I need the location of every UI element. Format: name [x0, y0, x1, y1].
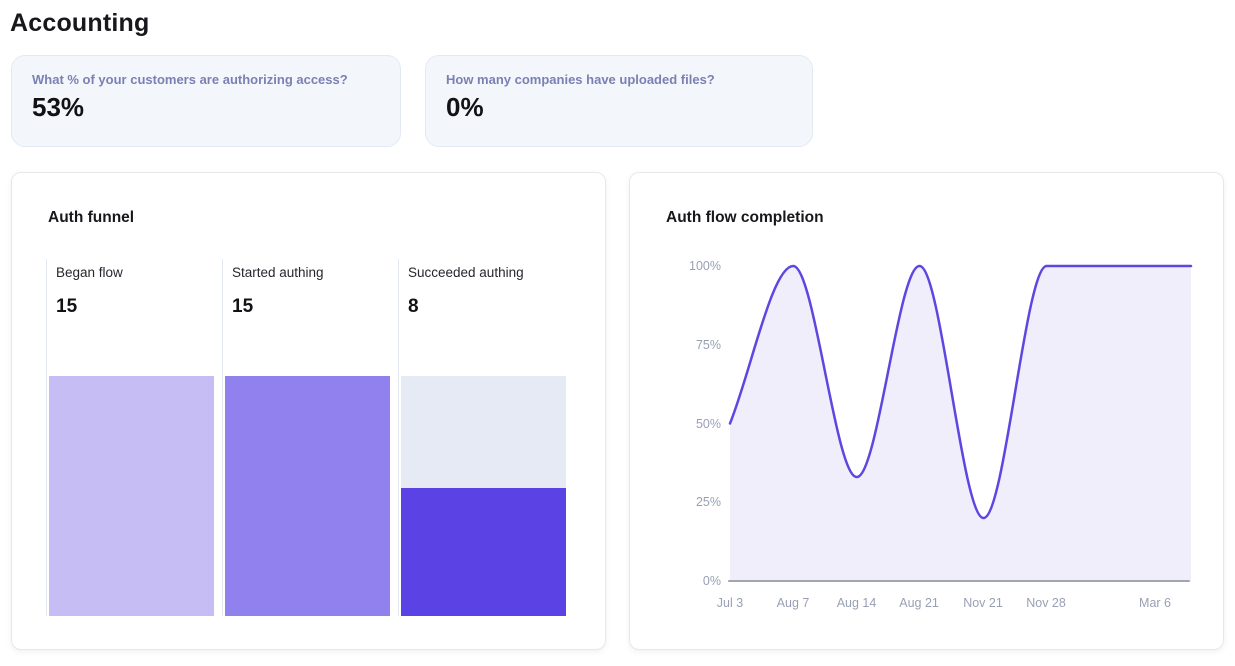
y-axis-tick-label: 100% — [630, 258, 721, 274]
completion-chart: 100% 75% 50% 25% 0% Jul 3 Aug 7 Aug 14 Aug 21 Nov… — [630, 243, 1223, 633]
x-axis-tick-label: Aug 7 — [777, 595, 810, 611]
stat-card-authorizing-access: What % of your customers are authorizing… — [11, 55, 401, 147]
x-axis-tick-label: Aug 21 — [899, 595, 939, 611]
funnel-chart: Began flow 15 Started authing 15 Succeed… — [46, 259, 574, 616]
funnel-stage-value: 15 — [223, 296, 398, 318]
stat-question: What % of your customers are authorizing… — [32, 71, 380, 88]
auth-funnel-card: Auth funnel Began flow 15 Started authin… — [11, 172, 606, 650]
stat-value: 53% — [32, 92, 380, 123]
completion-chart-title: Auth flow completion — [666, 209, 824, 227]
funnel-column-started-authing: Started authing 15 — [222, 259, 398, 616]
stat-value: 0% — [446, 92, 792, 123]
funnel-stage-label: Began flow — [47, 264, 222, 281]
funnel-stage-label: Started authing — [223, 264, 398, 281]
x-axis-tick-label: Aug 14 — [837, 595, 877, 611]
funnel-chart-title: Auth funnel — [48, 209, 134, 227]
completion-area-svg — [730, 266, 1191, 581]
x-axis-tick-label: Jul 3 — [717, 595, 743, 611]
y-axis-tick-label: 25% — [630, 494, 721, 510]
stat-question: How many companies have uploaded files? — [446, 71, 792, 88]
funnel-bar-track — [401, 376, 566, 616]
page-title: Accounting — [10, 9, 1235, 38]
funnel-stage-label: Succeeded authing — [399, 264, 574, 281]
funnel-stage-value: 15 — [47, 296, 222, 318]
funnel-bar — [401, 488, 566, 616]
funnel-column-succeeded-authing: Succeeded authing 8 — [398, 259, 574, 616]
accounting-dashboard: Accounting What % of your customers are … — [0, 9, 1235, 666]
x-axis-line — [728, 580, 1190, 582]
y-axis-tick-label: 50% — [630, 416, 721, 432]
x-axis-tick-label: Nov 28 — [1026, 595, 1066, 611]
y-axis-tick-label: 75% — [630, 337, 721, 353]
y-axis-tick-label: 0% — [630, 573, 721, 589]
x-axis-tick-label: Mar 6 — [1139, 595, 1171, 611]
funnel-column-began-flow: Began flow 15 — [46, 259, 222, 616]
funnel-stage-value: 8 — [399, 296, 574, 318]
stat-card-uploaded-files: How many companies have uploaded files? … — [425, 55, 813, 147]
area-fill — [730, 266, 1191, 581]
chart-cards-row: Auth funnel Began flow 15 Started authin… — [11, 172, 1235, 650]
funnel-bar-track — [225, 376, 390, 616]
funnel-bar-track — [49, 376, 214, 616]
funnel-bar — [225, 376, 390, 616]
stat-cards-row: What % of your customers are authorizing… — [11, 55, 1235, 147]
x-axis-tick-label: Nov 21 — [963, 595, 1003, 611]
funnel-bar — [49, 376, 214, 616]
auth-flow-completion-card: Auth flow completion 100% 75% 50% 25% 0% Jul … — [629, 172, 1224, 650]
